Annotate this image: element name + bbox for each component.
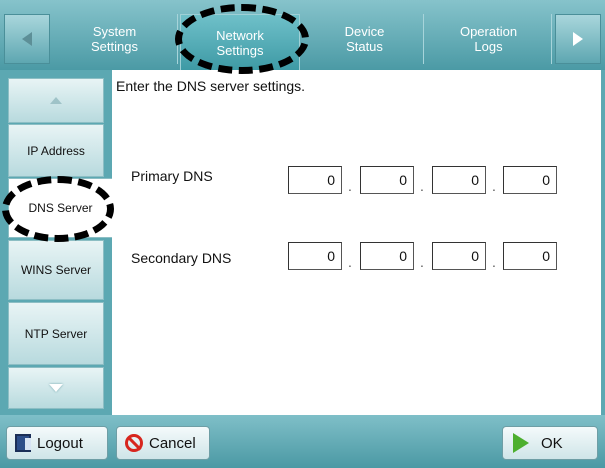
primary-dns-label: Primary DNS (131, 168, 213, 184)
sidebar: IP Address DNS Server WINS Server NTP Se… (0, 70, 112, 415)
top-tab-bar: System Settings Network Settings Device … (0, 0, 605, 70)
cancel-button[interactable]: Cancel (116, 426, 210, 460)
octet-separator: . (420, 254, 424, 270)
tab-device-status[interactable]: Device Status (306, 14, 424, 64)
secondary-dns-octet-2[interactable]: 0 (360, 242, 414, 270)
tab-label: Device Status (344, 24, 385, 54)
primary-dns-octet-2[interactable]: 0 (360, 166, 414, 194)
secondary-dns-label: Secondary DNS (131, 250, 232, 266)
sidebar-scroll-up-button[interactable] (8, 78, 104, 123)
sidebar-item-label: DNS Server (28, 201, 93, 215)
ok-button[interactable]: OK (502, 426, 598, 460)
secondary-dns-octet-3[interactable]: 0 (432, 242, 486, 270)
tab-network-settings[interactable]: Network Settings (180, 14, 300, 70)
octet-separator: . (492, 254, 496, 270)
ok-button-label: OK (541, 434, 563, 452)
sidebar-item-ip-address[interactable]: IP Address (8, 124, 104, 177)
octet-separator: . (420, 178, 424, 194)
play-arrow-icon (513, 433, 529, 453)
sidebar-item-ntp-server[interactable]: NTP Server (8, 302, 104, 365)
triangle-down-icon (49, 384, 63, 392)
secondary-dns-octet-4[interactable]: 0 (503, 242, 557, 270)
triangle-left-icon (22, 32, 32, 46)
sidebar-item-label: IP Address (27, 143, 85, 158)
tab-operation-logs[interactable]: Operation Logs (426, 14, 552, 64)
triangle-up-icon (50, 97, 62, 104)
primary-dns-octet-3[interactable]: 0 (432, 166, 486, 194)
octet-separator: . (348, 254, 352, 270)
sidebar-item-dns-server[interactable]: DNS Server (8, 178, 112, 238)
primary-dns-octet-1[interactable]: 0 (288, 166, 342, 194)
instruction-text: Enter the DNS server settings. (116, 78, 306, 94)
octet-separator: . (348, 178, 352, 194)
tab-label: Operation Logs (459, 24, 518, 54)
bottom-action-bar: Logout Cancel OK (0, 415, 605, 468)
logout-door-icon (15, 434, 31, 452)
tab-label: System Settings (91, 24, 138, 54)
primary-dns-octet-4[interactable]: 0 (503, 166, 557, 194)
tab-label: Network Settings (216, 27, 264, 58)
logout-button[interactable]: Logout (6, 426, 108, 460)
secondary-dns-octet-1[interactable]: 0 (288, 242, 342, 270)
logout-button-label: Logout (37, 434, 83, 452)
sidebar-item-label: NTP Server (24, 326, 88, 341)
sidebar-scroll-down-button[interactable] (8, 367, 104, 409)
sidebar-item-label: WINS Server (20, 263, 91, 277)
cancel-circle-icon (125, 434, 143, 452)
tab-scroll-left-button[interactable] (4, 14, 50, 64)
octet-separator: . (492, 178, 496, 194)
cancel-button-label: Cancel (149, 434, 196, 452)
tab-scroll-right-button[interactable] (555, 14, 601, 64)
sidebar-item-wins-server[interactable]: WINS Server (8, 240, 104, 300)
dns-settings-panel: Enter the DNS server settings. Primary D… (112, 70, 605, 415)
tab-system-settings[interactable]: System Settings (52, 14, 178, 64)
triangle-right-icon (573, 32, 583, 46)
